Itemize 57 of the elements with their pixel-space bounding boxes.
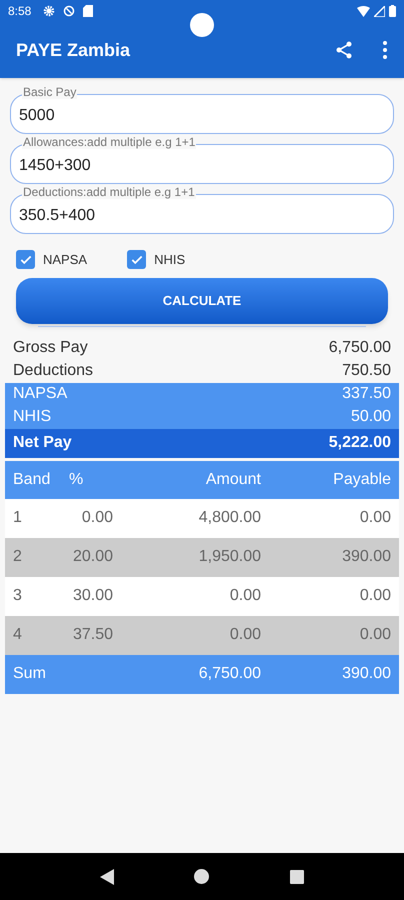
field-value: 1450+300 [19,156,91,176]
table-cell-text: 4 [13,625,23,645]
checkbox-label: NHIS [154,251,186,269]
sim-card-icon [83,5,94,17]
column-header: Payable [332,470,391,490]
summary-label: NHIS [13,407,52,427]
table-cell-text: 390.00 [341,664,391,684]
table-cell-text: 4,800.00 [198,508,261,528]
field-label: Allowances:add multiple e.g 1+1 [22,135,196,149]
checkbox[interactable] [127,250,146,270]
table-cell-text: 20.00 [72,547,113,567]
column-header: % [69,470,84,490]
table-cell-text: 0.00 [358,586,391,606]
table-cell-text: 0.00 [228,625,261,645]
app-title: PAYE Zambia [16,38,130,62]
table-cell-text: 6,750.00 [198,664,261,684]
wifi-icon [357,6,370,16]
column-header: Band [13,470,52,490]
table-cell-text: 2 [13,547,23,567]
checkbox-label: NAPSA [43,251,88,269]
more-vertical-icon [382,41,388,59]
field-value: 350.5+400 [19,206,96,226]
table-cell-text: 390.00 [341,547,391,567]
signal-icon [374,6,385,16]
checkbox[interactable] [16,250,35,270]
summary-label: NAPSA [13,384,68,404]
table-cell-text: 1,950.00 [198,547,261,567]
table-cell-text: 0.00 [80,508,113,528]
summary-label: Gross Pay [13,338,88,358]
summary-value: 5,222.00 [328,433,391,453]
column-header: Amount [204,470,261,490]
table-cell-text: 37.50 [72,625,113,645]
table-cell-text: 1 [13,508,23,528]
table-cell-text: 30.00 [72,586,113,606]
status-time: 8:58 [8,3,32,20]
summary-value: 750.50 [342,361,391,381]
recents-icon[interactable] [290,870,304,884]
data-saver-icon [63,5,76,17]
gear-icon [43,5,56,17]
share-icon [334,40,354,60]
field-value: 5000 [19,106,55,126]
table-cell-text: 0.00 [358,508,391,528]
summary-value: 337.50 [342,384,391,404]
battery-icon [389,5,396,17]
field-label: Basic Pay [22,85,78,99]
summary-value: 50.00 [350,407,391,427]
home-icon[interactable] [194,869,210,884]
table-cell-text: 0.00 [228,586,261,606]
field-label: Deductions:add multiple e.g 1+1 [22,185,196,199]
summary-label: Deductions [13,361,94,381]
summary-value: 6,750.00 [328,338,391,358]
summary-label: Net Pay [13,433,72,453]
back-icon[interactable] [100,868,114,884]
table-cell-text: 0.00 [358,625,391,645]
table-cell-text: Sum [13,664,47,684]
table-cell-text: 3 [13,586,23,606]
calculate-button[interactable]: CALCULATE [16,278,388,324]
